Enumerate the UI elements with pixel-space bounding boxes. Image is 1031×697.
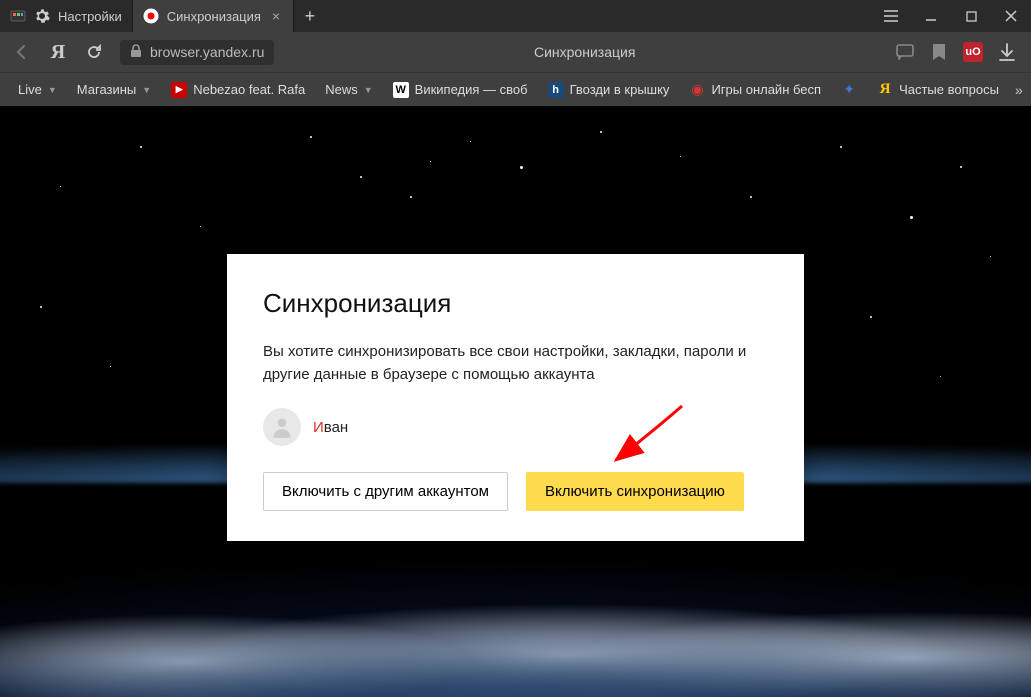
lock-icon bbox=[130, 44, 142, 61]
maximize-button[interactable] bbox=[951, 0, 991, 32]
wikipedia-icon: W bbox=[393, 82, 409, 98]
bookmark-news[interactable]: News▼ bbox=[317, 78, 380, 101]
url-box[interactable]: browser.yandex.ru bbox=[120, 40, 274, 65]
dialog-description: Вы хотите синхронизировать все свои наст… bbox=[263, 341, 768, 386]
game-icon: ◉ bbox=[689, 82, 705, 98]
user-row: Иван bbox=[263, 408, 768, 446]
window-controls bbox=[871, 0, 1031, 32]
star-icon bbox=[750, 196, 752, 198]
star-icon bbox=[680, 156, 681, 157]
star-icon bbox=[200, 226, 201, 227]
bookmark-faq[interactable]: ЯЧастые вопросы bbox=[869, 78, 1007, 102]
star-icon bbox=[600, 131, 602, 133]
menu-icon[interactable] bbox=[871, 0, 911, 32]
downloads-icon[interactable] bbox=[997, 42, 1017, 62]
bookmark-live[interactable]: Live▼ bbox=[10, 78, 65, 101]
gear-icon bbox=[34, 8, 50, 24]
bookmark-gvozdi[interactable]: hГвозди в крышку bbox=[540, 78, 678, 102]
youtube-icon: ▶ bbox=[171, 82, 187, 98]
bookmark-games[interactable]: ◉Игры онлайн бесп bbox=[681, 78, 829, 102]
tab-settings[interactable]: Настройки bbox=[0, 0, 133, 32]
close-button[interactable] bbox=[991, 0, 1031, 32]
enable-sync-button[interactable]: Включить синхронизацию bbox=[526, 472, 744, 511]
star-icon bbox=[40, 306, 42, 308]
minimize-button[interactable] bbox=[911, 0, 951, 32]
yandex-favicon-icon bbox=[143, 8, 159, 24]
yandex-y-icon: Я bbox=[877, 82, 893, 98]
user-name: Иван bbox=[313, 419, 348, 436]
avatar bbox=[263, 408, 301, 446]
addressbar: Я browser.yandex.ru Синхронизация uO bbox=[0, 32, 1031, 72]
dialog-title: Синхронизация bbox=[263, 288, 768, 319]
back-button[interactable] bbox=[8, 38, 36, 66]
yandex-home-button[interactable]: Я bbox=[44, 38, 72, 66]
star-icon bbox=[910, 216, 913, 219]
bookmark-shops[interactable]: Магазины▼ bbox=[69, 78, 159, 101]
sync-dialog: Синхронизация Вы хотите синхронизировать… bbox=[227, 254, 804, 541]
bookmark-nebezao[interactable]: ▶Nebezao feat. Rafa bbox=[163, 78, 313, 102]
bookmark-flag-icon[interactable] bbox=[929, 42, 949, 62]
star-icon bbox=[140, 146, 142, 148]
chevron-down-icon: ▼ bbox=[142, 85, 151, 95]
tab-label: Синхронизация bbox=[167, 9, 261, 24]
star-icon bbox=[470, 141, 471, 142]
star-icon bbox=[940, 376, 941, 377]
close-icon[interactable]: × bbox=[269, 9, 283, 23]
new-tab-button[interactable]: + bbox=[294, 0, 326, 32]
bookmarks-overflow[interactable]: » bbox=[1011, 78, 1027, 102]
puzzle-icon: ✦ bbox=[841, 82, 857, 98]
tab-sync[interactable]: Синхронизация × bbox=[133, 0, 294, 32]
feedback-icon[interactable] bbox=[895, 42, 915, 62]
star-icon bbox=[60, 186, 61, 187]
url-text: browser.yandex.ru bbox=[150, 44, 264, 60]
titlebar: Настройки Синхронизация × + bbox=[0, 0, 1031, 32]
star-icon bbox=[310, 136, 312, 138]
bookmark-extension[interactable]: ✦ bbox=[833, 78, 865, 102]
star-icon bbox=[430, 161, 431, 162]
reload-button[interactable] bbox=[80, 38, 108, 66]
star-icon bbox=[990, 256, 991, 257]
button-row: Включить с другим аккаунтом Включить син… bbox=[263, 472, 768, 511]
star-icon bbox=[360, 176, 362, 178]
toolbar-right: uO bbox=[895, 42, 1017, 62]
star-icon bbox=[840, 146, 842, 148]
star-icon bbox=[520, 166, 523, 169]
star-icon bbox=[960, 166, 962, 168]
chevron-down-icon: ▼ bbox=[48, 85, 57, 95]
ublock-extension-icon[interactable]: uO bbox=[963, 42, 983, 62]
h-icon: h bbox=[548, 82, 564, 98]
star-icon bbox=[110, 366, 111, 367]
tab-favicon-misc bbox=[10, 8, 26, 24]
bookmark-wikipedia[interactable]: WВикипедия — своб bbox=[385, 78, 536, 102]
star-icon bbox=[410, 196, 412, 198]
tab-label: Настройки bbox=[58, 9, 122, 24]
page-title: Синхронизация bbox=[282, 44, 887, 60]
enable-other-account-button[interactable]: Включить с другим аккаунтом bbox=[263, 472, 508, 511]
chevron-down-icon: ▼ bbox=[364, 85, 373, 95]
content-area: Синхронизация Вы хотите синхронизировать… bbox=[0, 106, 1031, 697]
star-icon bbox=[870, 316, 872, 318]
bookmarks-bar: Live▼ Магазины▼ ▶Nebezao feat. Rafa News… bbox=[0, 72, 1031, 106]
